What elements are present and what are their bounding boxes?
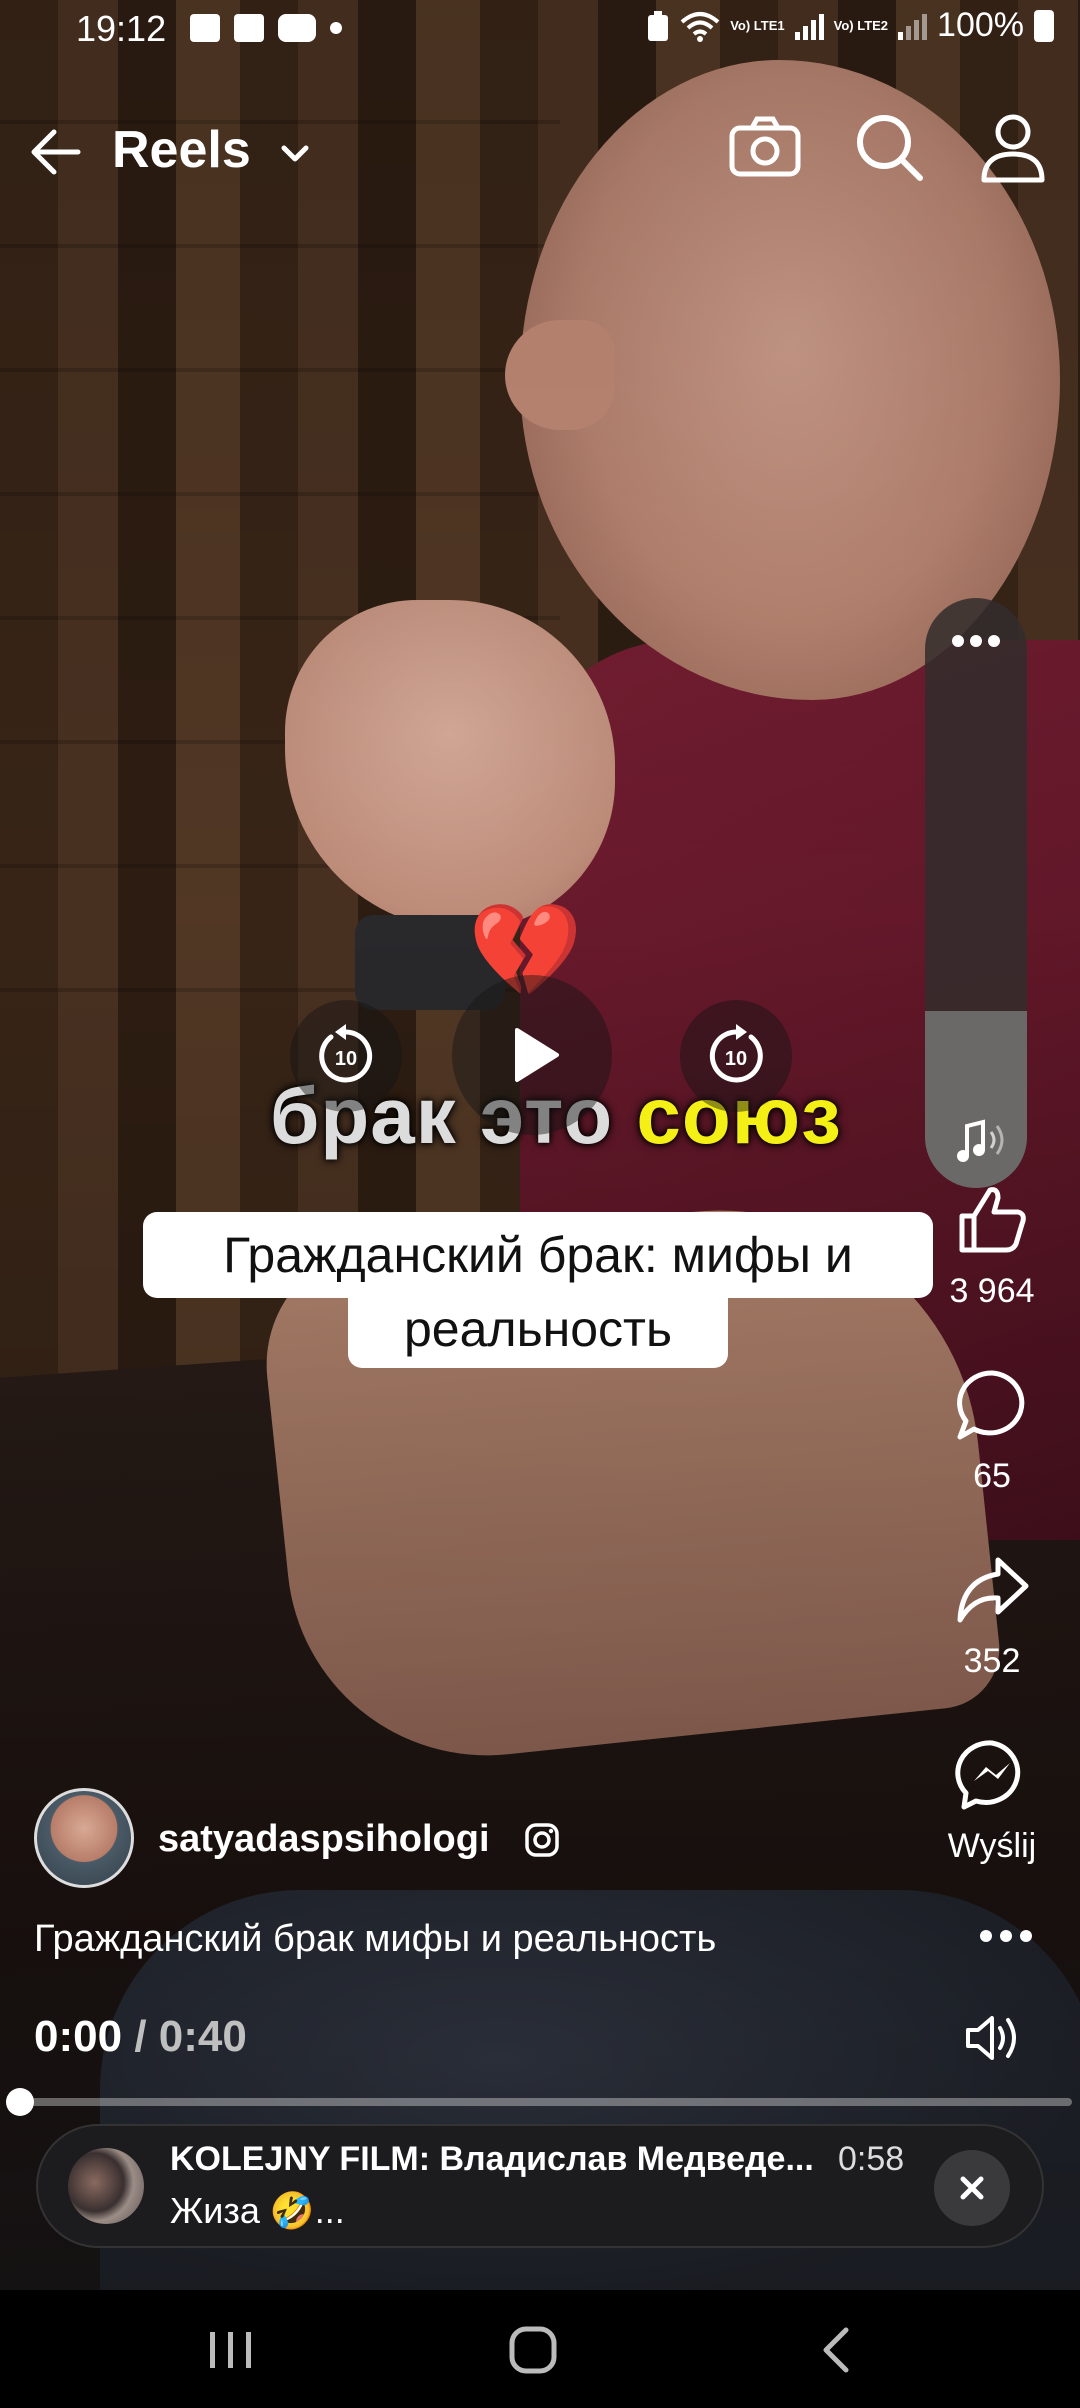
signal-2-icon <box>898 12 928 40</box>
wifi-icon <box>680 11 720 42</box>
comment-button[interactable]: 65 <box>932 1365 1052 1496</box>
home-icon[interactable] <box>498 2318 568 2382</box>
comment-bubble-icon <box>957 1370 1025 1440</box>
back-icon[interactable] <box>802 2318 872 2382</box>
like-button[interactable]: 3 964 <box>932 1180 1052 1311</box>
search-icon[interactable] <box>846 104 932 190</box>
thumbs-up-icon <box>959 1187 1026 1253</box>
instagram-icon <box>525 1823 559 1857</box>
like-count: 3 964 <box>949 1272 1035 1310</box>
music-volume-icon <box>957 1119 1004 1162</box>
total-time: 0:40 <box>158 2012 247 2061</box>
gallery-icon <box>190 14 220 42</box>
reels-header: Reels <box>0 100 1080 200</box>
share-button[interactable]: 352 <box>932 1550 1052 1681</box>
speaker-icon[interactable] <box>962 2010 1022 2066</box>
status-right: Vo) LTE1 Vo) LTE2 100% <box>646 6 1054 45</box>
profile-icon[interactable] <box>970 104 1056 190</box>
volume-more-icon[interactable] <box>951 634 1001 648</box>
battery-saver-icon <box>648 10 669 41</box>
network-2-label: Vo) LTE2 <box>833 17 889 33</box>
post-description[interactable]: Гражданский брак мифы и реальность <box>34 1918 716 1961</box>
play-button[interactable] <box>452 975 612 1135</box>
forward-10-icon: 10 <box>709 1024 763 1083</box>
video-caption-line-2: реальность <box>348 1298 728 1368</box>
more-options-icon[interactable] <box>978 1928 1034 1944</box>
mini-player-subtitle: Жиза 🤣... <box>170 2190 345 2231</box>
share-arrow-icon <box>957 1557 1029 1623</box>
status-bar: 19:12 Vo) LTE1 Vo) LTE2 100% <box>0 0 1080 60</box>
rewind-label: 10 <box>335 1048 357 1070</box>
messenger-icon <box>955 1740 1021 1810</box>
notification-icons <box>190 14 342 42</box>
author-name[interactable]: satyadaspsihologi <box>158 1818 490 1861</box>
current-time: 0:00 <box>34 2012 123 2061</box>
recents-icon[interactable] <box>196 2318 266 2382</box>
time-display: 0:00 / 0:40 <box>34 2012 247 2062</box>
rewind-10-icon: 10 <box>319 1024 373 1083</box>
mini-player-title: KOLEJNY FILM: Владислав Медведе... <box>170 2140 814 2178</box>
mini-player-duration: 0:58 <box>838 2140 905 2178</box>
forward-10-button[interactable]: 10 <box>680 1000 792 1112</box>
status-time: 19:12 <box>76 8 167 49</box>
page-title[interactable]: Reels <box>112 120 251 180</box>
signal-1-icon <box>794 12 824 40</box>
system-nav-bar <box>0 2290 1080 2408</box>
play-icon <box>515 1028 559 1082</box>
send-messenger-button[interactable]: Wyślij <box>932 1735 1052 1866</box>
time-separator: / <box>134 2012 147 2061</box>
share-count: 352 <box>963 1642 1021 1680</box>
progress-scrubber[interactable] <box>6 2088 34 2116</box>
close-icon <box>960 2176 984 2200</box>
youtube-icon <box>278 14 316 42</box>
send-label: Wyślij <box>947 1827 1037 1865</box>
author-avatar[interactable] <box>34 1788 134 1888</box>
mini-player[interactable]: KOLEJNY FILM: Владислав Медведе... 0:58 … <box>36 2124 1044 2248</box>
camera-icon[interactable] <box>722 104 808 190</box>
more-notifications-icon <box>330 22 342 34</box>
battery-percent: 100% <box>937 6 1024 44</box>
back-arrow-icon[interactable] <box>24 120 88 184</box>
video-caption-line-1: Гражданский брак: мифы и <box>143 1212 933 1298</box>
mini-player-close-button[interactable] <box>934 2150 1010 2226</box>
chevron-down-icon[interactable] <box>278 136 312 170</box>
video-progress-bar[interactable] <box>6 2088 1072 2116</box>
battery-icon <box>1034 9 1054 42</box>
forward-label: 10 <box>725 1048 747 1070</box>
volume-slider[interactable] <box>925 598 1027 1188</box>
rewind-10-button[interactable]: 10 <box>290 1000 402 1112</box>
network-1-label: Vo) LTE1 <box>730 17 785 33</box>
calendar-icon <box>234 14 264 42</box>
comment-count: 65 <box>973 1457 1011 1495</box>
mini-player-thumbnail <box>68 2148 144 2224</box>
